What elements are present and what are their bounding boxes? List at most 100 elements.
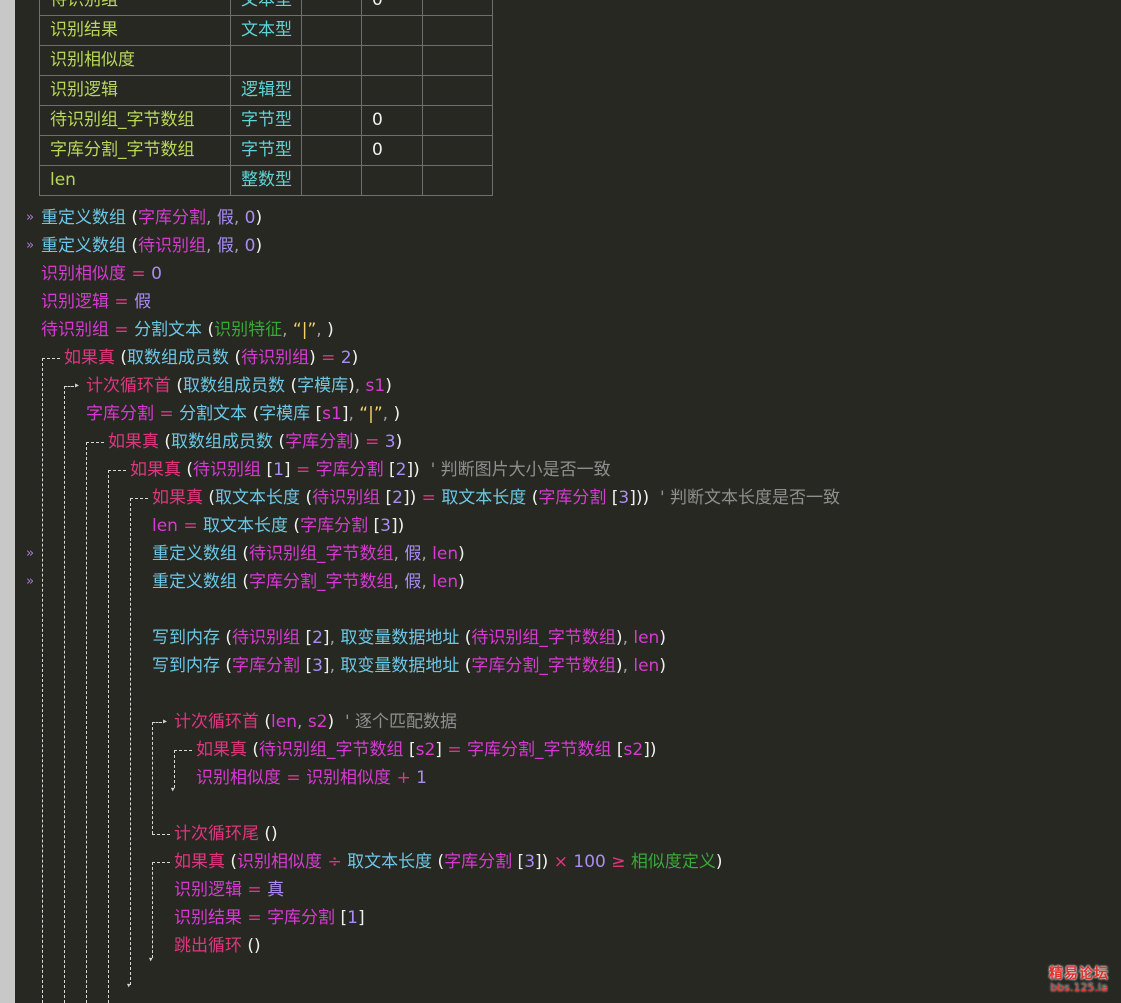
var-remark-cell[interactable] bbox=[422, 75, 493, 106]
constant: 真 bbox=[267, 880, 285, 900]
operator-wrap: ≥ bbox=[606, 852, 631, 872]
code-line[interactable]: 计次循环尾 () bbox=[174, 820, 278, 848]
var-dims-cell[interactable] bbox=[361, 165, 423, 196]
var-flag-cell[interactable] bbox=[301, 45, 362, 76]
code-line[interactable]: len = 取文本长度 (字库分割 [3]) bbox=[152, 512, 404, 540]
code-line[interactable]: 如果真 (识别相似度 ÷ 取文本长度 (字库分割 [3]) × 100 ≥ 相似… bbox=[174, 848, 723, 876]
breakpoint-marker-icon[interactable]: » bbox=[26, 568, 34, 596]
var-remark-cell[interactable] bbox=[422, 15, 493, 46]
punctuation: ( bbox=[237, 572, 250, 592]
code-line[interactable]: 写到内存 (待识别组 [2], 取变量数据地址 (待识别组_字节数组), len… bbox=[152, 624, 666, 652]
function-name: 重定义数组 bbox=[152, 572, 237, 592]
var-flag-cell[interactable] bbox=[301, 75, 362, 106]
punctuation: , bbox=[329, 656, 341, 676]
var-remark-cell[interactable] bbox=[422, 105, 493, 136]
var-flag-cell[interactable] bbox=[301, 165, 362, 196]
code-line[interactable]: 识别结果 = 字库分割 [1] bbox=[174, 904, 365, 932]
code-line[interactable]: 识别相似度 = 识别相似度 + 1 bbox=[196, 764, 427, 792]
punctuation: , bbox=[393, 544, 405, 564]
code-line[interactable]: 如果真 (待识别组_字节数组 [s2] = 字库分割_字节数组 [s2]) bbox=[196, 736, 657, 764]
var-type-cell[interactable]: 字节型 bbox=[230, 135, 302, 166]
code-line[interactable]: 跳出循环 () bbox=[174, 932, 261, 960]
var-row[interactable]: 待识别组_字节数组 字节型 0 bbox=[39, 105, 493, 136]
code-line[interactable]: 识别逻辑 = 假 bbox=[41, 288, 151, 316]
var-name-cell[interactable]: 识别相似度 bbox=[39, 45, 231, 76]
loop-arrow-icon: ▸ bbox=[74, 380, 81, 391]
var-row[interactable]: 识别结果 文本型 bbox=[39, 15, 493, 46]
breakpoint-marker-icon[interactable]: » bbox=[26, 540, 34, 568]
var-type-cell[interactable]: 文本型 bbox=[230, 0, 302, 16]
code-line[interactable]: 计次循环首 (len, s2) ' 逐个匹配数据 bbox=[174, 708, 457, 736]
code-line[interactable]: 写到内存 (字库分割 [3], 取变量数据地址 (字库分割_字节数组), len… bbox=[152, 652, 666, 680]
var-type-cell[interactable]: 字节型 bbox=[230, 105, 302, 136]
code-line[interactable]: 如果真 (取数组成员数 (待识别组) = 2) bbox=[64, 344, 358, 372]
flow-guide bbox=[152, 722, 153, 834]
code-line[interactable]: 待识别组 = 分割文本 (识别特征, “|”, ) bbox=[41, 316, 334, 344]
punctuation: ] bbox=[283, 460, 291, 480]
var-dims-cell[interactable] bbox=[361, 75, 423, 106]
punctuation: ] bbox=[402, 488, 410, 508]
code-line[interactable]: 重定义数组 (待识别组, 假, 0) bbox=[41, 232, 262, 260]
operator-wrap: = bbox=[126, 264, 151, 284]
punctuation: [ bbox=[368, 516, 381, 536]
var-name-cell[interactable]: 字库分割_字节数组 bbox=[39, 135, 231, 166]
code-line[interactable]: 识别逻辑 = 真 bbox=[174, 876, 284, 904]
variable-ref: 识别相似度 bbox=[306, 768, 392, 788]
operator-wrap: = bbox=[281, 768, 306, 788]
var-row[interactable]: len 整数型 bbox=[39, 165, 493, 196]
code-line[interactable]: 计次循环首 (取数组成员数 (字模库), s1) bbox=[86, 372, 392, 400]
punctuation: ( bbox=[247, 404, 260, 424]
var-remark-cell[interactable] bbox=[422, 0, 493, 16]
breakpoint-marker-icon[interactable]: » bbox=[26, 204, 34, 232]
flow-guide bbox=[152, 862, 153, 958]
var-name-cell[interactable]: 待识别组 bbox=[39, 0, 231, 16]
code-line[interactable]: 重定义数组 (字库分割, 假, 0) bbox=[41, 204, 262, 232]
operator: = bbox=[286, 768, 301, 788]
code-line[interactable]: 重定义数组 (待识别组_字节数组, 假, len) bbox=[152, 540, 465, 568]
operator-wrap: ÷ bbox=[322, 852, 347, 872]
punctuation: ( bbox=[259, 712, 272, 732]
var-type-cell[interactable]: 整数型 bbox=[230, 165, 302, 196]
flow-guide bbox=[130, 498, 148, 499]
breakpoint-marker-icon[interactable]: » bbox=[26, 232, 34, 260]
code-line[interactable]: 如果真 (待识别组 [1] = 字库分割 [2]) ' 判断图片大小是否一致 bbox=[130, 456, 611, 484]
punctuation: ) bbox=[659, 656, 666, 676]
var-dims-cell[interactable]: 0 bbox=[361, 105, 423, 136]
var-name-cell[interactable]: len bbox=[39, 165, 231, 196]
code-line[interactable]: 重定义数组 (字库分割_字节数组, 假, len) bbox=[152, 568, 465, 596]
function-name: 取变量数据地址 bbox=[340, 656, 460, 676]
var-row[interactable]: 识别逻辑 逻辑型 bbox=[39, 75, 493, 106]
var-type-cell[interactable]: 逻辑型 bbox=[230, 75, 302, 106]
punctuation: , bbox=[622, 656, 634, 676]
punctuation: , bbox=[297, 712, 308, 732]
keyword: 如果真 bbox=[130, 460, 181, 480]
var-flag-cell[interactable] bbox=[301, 15, 362, 46]
var-dims-cell[interactable]: 0 bbox=[361, 135, 423, 166]
var-flag-cell[interactable] bbox=[301, 0, 362, 16]
var-type-cell[interactable]: 文本型 bbox=[230, 15, 302, 46]
var-row[interactable]: 待识别组 文本型 0 bbox=[39, 0, 493, 16]
var-name-cell[interactable]: 识别结果 bbox=[39, 15, 231, 46]
code-line[interactable]: 识别相似度 = 0 bbox=[41, 260, 162, 288]
var-row[interactable]: 字库分割_字节数组 字节型 0 bbox=[39, 135, 493, 166]
var-name-cell[interactable]: 识别逻辑 bbox=[39, 75, 231, 106]
variable-ref: len bbox=[633, 628, 660, 648]
var-remark-cell[interactable] bbox=[422, 135, 493, 166]
flow-guide bbox=[42, 358, 43, 1003]
var-dims-cell[interactable] bbox=[361, 45, 423, 76]
var-dims-cell[interactable]: 0 bbox=[361, 0, 423, 16]
code-line[interactable]: 字库分割 = 分割文本 (字模库 [s1], “|”, ) bbox=[86, 400, 400, 428]
var-row[interactable]: 识别相似度 bbox=[39, 45, 493, 76]
var-name-cell[interactable]: 待识别组_字节数组 bbox=[39, 105, 231, 136]
var-flag-cell[interactable] bbox=[301, 105, 362, 136]
var-remark-cell[interactable] bbox=[422, 165, 493, 196]
code-line[interactable]: 如果真 (取数组成员数 (字库分割) = 3) bbox=[108, 428, 402, 456]
keyword: 如果真 bbox=[64, 348, 115, 368]
var-type-cell[interactable] bbox=[230, 45, 302, 76]
code-line[interactable]: 如果真 (取文本长度 (待识别组 [2]) = 取文本长度 (字库分割 [3])… bbox=[152, 484, 840, 512]
punctuation: ) bbox=[393, 404, 401, 424]
operator: = bbox=[247, 908, 262, 928]
var-flag-cell[interactable] bbox=[301, 135, 362, 166]
var-dims-cell[interactable] bbox=[361, 15, 423, 46]
var-remark-cell[interactable] bbox=[422, 45, 493, 76]
